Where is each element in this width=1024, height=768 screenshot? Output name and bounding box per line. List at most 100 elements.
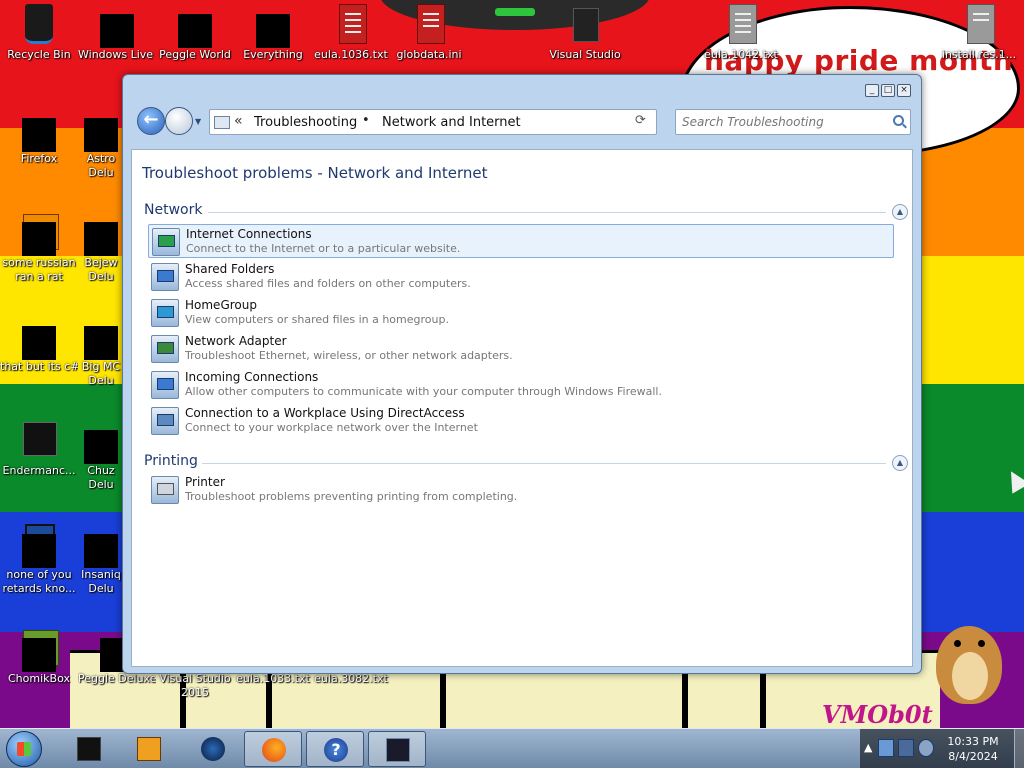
chomikbox-icon [19, 628, 59, 672]
clock-date: 8/4/2024 [948, 750, 998, 763]
search-box[interactable] [675, 109, 911, 135]
close-button[interactable]: × [897, 84, 911, 97]
game-icon [81, 212, 121, 256]
back-button[interactable]: ← [137, 107, 165, 135]
item-internet-connections[interactable]: Internet Connections Connect to the Inte… [148, 224, 894, 258]
group-divider [208, 212, 886, 213]
search-icon[interactable] [893, 115, 904, 126]
setup-file-icon [959, 4, 999, 44]
control-panel-window-icon [386, 738, 410, 762]
desktop-icon-bejeweled[interactable]: Bejew Delu [78, 212, 124, 284]
title-bar[interactable]: _ □ × [123, 75, 921, 105]
desktop-icon-insaniquarium[interactable]: Insaniq Delu [78, 524, 124, 596]
clock[interactable]: 10:33 PM 8/4/2024 [938, 734, 1008, 764]
desktop-icon-eula-1042[interactable]: eula.1042.txt [702, 4, 780, 62]
firefox-icon [19, 108, 59, 152]
internet-connections-icon [152, 228, 180, 256]
maximize-button[interactable]: □ [881, 84, 895, 97]
globe-icon [201, 737, 225, 761]
breadcrumb-network-and-internet[interactable]: Network and Internet [382, 115, 521, 130]
homegroup-icon [151, 299, 179, 327]
help-icon: ? [324, 738, 348, 762]
network-icon[interactable] [898, 739, 914, 757]
desktop-icon-peggle-world[interactable]: Peggle World [156, 4, 234, 62]
taskbar-app-1[interactable] [60, 731, 118, 767]
show-desktop-button[interactable] [1014, 729, 1024, 768]
item-incoming-connections[interactable]: Incoming Connections Allow other compute… [148, 368, 894, 402]
recent-pages-dropdown[interactable]: ▼ [195, 117, 201, 126]
forward-button[interactable] [165, 107, 193, 135]
shared-folders-icon [151, 263, 179, 291]
item-shared-folders[interactable]: Shared Folders Access shared files and f… [148, 260, 894, 294]
app-box-icon [77, 737, 101, 761]
desktop-icon-endermanch[interactable]: Endermanc... [0, 420, 78, 478]
breadcrumb-troubleshooting[interactable]: Troubleshooting [254, 115, 357, 130]
desktop-icon-chuzzle[interactable]: Chuz Delu [78, 420, 124, 492]
system-tray: ▲ 10:33 PM 8/4/2024 [860, 729, 1024, 768]
desktop-icon-windows-live[interactable]: Windows Live Ma [78, 4, 156, 62]
group-divider [202, 463, 886, 464]
desktop-icon-firefox[interactable]: Firefox [0, 108, 78, 166]
network-adapter-icon [151, 335, 179, 363]
folder-icon [19, 316, 59, 360]
game-icon [81, 524, 121, 568]
taskbar: ? ▲ 10:33 PM 8/4/2024 [0, 728, 1024, 768]
tray-app-icon[interactable] [878, 739, 894, 757]
printer-icon [151, 476, 179, 504]
incoming-connections-icon [151, 371, 179, 399]
start-button[interactable] [6, 731, 42, 767]
game-icon [81, 316, 121, 360]
breadcrumb-separator: • [362, 113, 370, 128]
desktop-icon-visual-studio[interactable]: Visual Studio [546, 4, 624, 62]
minimize-button[interactable]: _ [865, 84, 879, 97]
item-directaccess[interactable]: Connection to a Workplace Using DirectAc… [148, 404, 894, 438]
directaccess-icon [151, 407, 179, 435]
watermark-text: VMOb0t [822, 700, 933, 729]
desktop-icon-globdata[interactable]: globdata.ini [390, 4, 468, 62]
content-pane: Troubleshoot problems - Network and Inte… [131, 149, 913, 667]
show-hidden-icons-icon[interactable]: ▲ [864, 741, 872, 754]
group-header: Printing [144, 453, 198, 469]
text-file-icon [721, 4, 761, 44]
media-player-icon [137, 737, 161, 761]
item-homegroup[interactable]: HomeGroup View computers or shared files… [148, 296, 894, 330]
page-title: Troubleshoot problems - Network and Inte… [142, 164, 488, 182]
group-header: Network [144, 202, 203, 218]
firefox-icon [262, 738, 286, 762]
game-icon [81, 420, 121, 464]
desktop-icon-that-but-its-csharp[interactable]: that but its c# [0, 316, 78, 374]
navigation-bar: ← ▼ « Troubleshooting • Network and Inte… [131, 105, 913, 141]
volume-icon[interactable] [918, 739, 934, 757]
recycle-bin-icon [19, 4, 59, 44]
hamster-image [928, 606, 1014, 706]
program-icon [19, 524, 59, 568]
desktop-icon-recycle-bin[interactable]: Recycle Bin [0, 4, 78, 62]
address-bar[interactable]: « Troubleshooting • Network and Internet… [209, 109, 703, 135]
desktop-icon-none-of-you[interactable]: none of you retards kno... [0, 524, 78, 596]
text-file-icon [331, 4, 371, 44]
taskbar-help[interactable]: ? [306, 731, 364, 767]
desktop-icon-big-mc[interactable]: Big MC Delu [78, 316, 124, 388]
taskbar-app-media[interactable] [120, 731, 178, 767]
everything-icon [253, 4, 293, 48]
taskbar-explorer[interactable] [368, 731, 426, 767]
collapse-group-icon[interactable]: ▲ [892, 455, 908, 471]
troubleshooting-window: _ □ × ← ▼ « Troubleshooting • Network an… [122, 74, 922, 674]
game-icon [81, 108, 121, 152]
desktop-icon-chomikbox[interactable]: ChomikBox [0, 628, 78, 686]
program-icon [19, 212, 59, 256]
taskbar-firefox[interactable] [244, 731, 302, 767]
refresh-icon[interactable]: ⟳ [635, 113, 646, 128]
taskbar-app-globe[interactable] [184, 731, 242, 767]
search-input[interactable] [676, 110, 886, 134]
collapse-group-icon[interactable]: ▲ [892, 204, 908, 220]
item-network-adapter[interactable]: Network Adapter Troubleshoot Ethernet, w… [148, 332, 894, 366]
control-panel-icon [214, 116, 230, 129]
desktop-icon-everything[interactable]: Everything [234, 4, 312, 62]
desktop-icon-some-russian[interactable]: some russian ran a rat [0, 212, 78, 284]
desktop-icon-install-res[interactable]: install.res.1... [936, 4, 1022, 62]
item-printer[interactable]: Printer Troubleshoot problems preventing… [148, 473, 894, 507]
chevron-left-icon[interactable]: « [234, 113, 243, 129]
desktop-icon-eula-1036[interactable]: eula.1036.txt [312, 4, 390, 62]
desktop-icon-astro[interactable]: Astro Delu [78, 108, 124, 180]
